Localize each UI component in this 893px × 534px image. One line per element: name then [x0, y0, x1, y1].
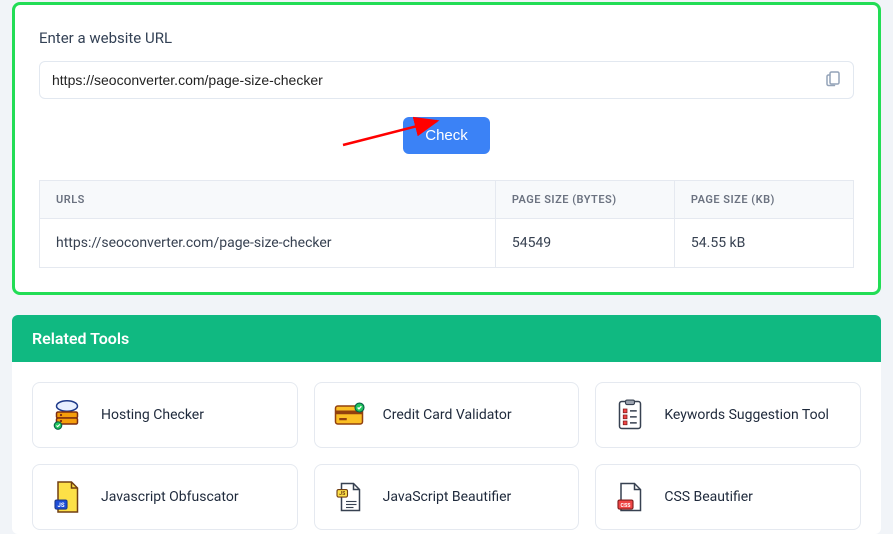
table-row: https://seoconverter.com/page-size-check…: [40, 219, 854, 268]
svg-text:CSS: CSS: [621, 503, 632, 509]
url-input-label: Enter a website URL: [39, 29, 854, 47]
tool-label: Keywords Suggestion Tool: [664, 407, 829, 423]
js-beautify-icon: JS: [331, 479, 367, 515]
page-size-checker-panel: Enter a website URL Check URLS PAGE SIZE…: [12, 2, 881, 295]
url-input-wrap: [39, 61, 854, 99]
cell-bytes: 54549: [495, 219, 674, 268]
tool-label: Javascript Obfuscator: [101, 489, 239, 505]
cell-url: https://seoconverter.com/page-size-check…: [40, 219, 496, 268]
tools-grid: Hosting Checker Credit Card Validator Ke…: [32, 382, 861, 530]
related-tools-header: Related Tools: [12, 315, 881, 362]
check-row: Check: [39, 117, 854, 154]
related-tools-panel: Related Tools Hosting Checker Credit Car…: [12, 315, 881, 534]
tool-label: Credit Card Validator: [383, 407, 512, 423]
svg-text:JS: JS: [339, 491, 346, 497]
th-bytes: PAGE SIZE (BYTES): [495, 181, 674, 219]
tool-hosting-checker[interactable]: Hosting Checker: [32, 382, 298, 448]
tool-keywords-suggestion[interactable]: Keywords Suggestion Tool: [595, 382, 861, 448]
results-table: URLS PAGE SIZE (BYTES) PAGE SIZE (KB) ht…: [39, 180, 854, 268]
css-file-icon: CSS: [612, 479, 648, 515]
js-file-icon: JS: [49, 479, 85, 515]
tool-label: Hosting Checker: [101, 407, 204, 423]
tool-css-beautifier[interactable]: CSS CSS Beautifier: [595, 464, 861, 530]
tool-label: CSS Beautifier: [664, 489, 753, 505]
tool-label: JavaScript Beautifier: [383, 489, 512, 505]
credit-card-icon: [331, 397, 367, 433]
tool-js-beautifier[interactable]: JS JavaScript Beautifier: [314, 464, 580, 530]
related-tools-body: Hosting Checker Credit Card Validator Ke…: [12, 362, 881, 534]
checklist-icon: [612, 397, 648, 433]
th-urls: URLS: [40, 181, 496, 219]
pointer-arrow-icon: [339, 115, 449, 149]
cell-kb: 54.55 kB: [674, 219, 853, 268]
tool-js-obfuscator[interactable]: JS Javascript Obfuscator: [32, 464, 298, 530]
tool-credit-card-validator[interactable]: Credit Card Validator: [314, 382, 580, 448]
svg-text:JS: JS: [57, 502, 64, 509]
th-kb: PAGE SIZE (KB): [674, 181, 853, 219]
url-input[interactable]: [39, 61, 854, 99]
clipboard-icon[interactable]: [824, 69, 842, 91]
server-cloud-icon: [49, 397, 85, 433]
